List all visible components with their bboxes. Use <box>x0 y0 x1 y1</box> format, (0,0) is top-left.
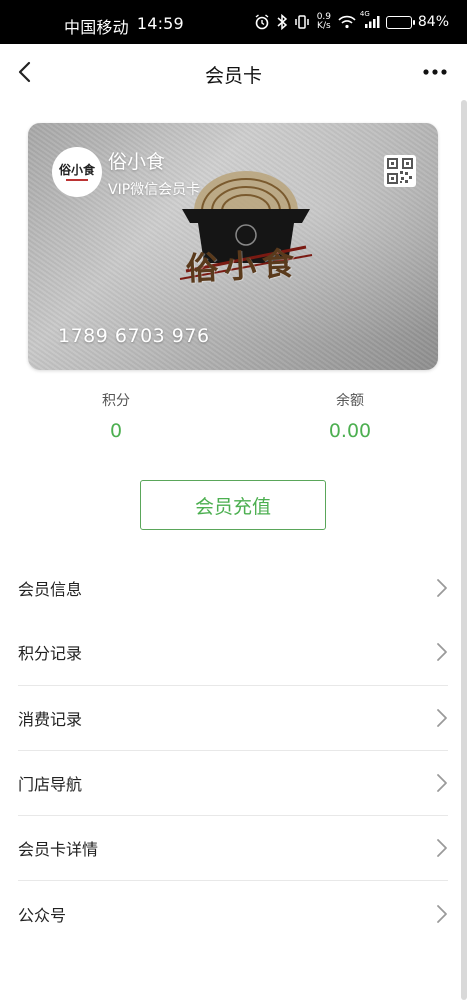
more-dots-icon <box>423 69 447 75</box>
avatar-logo-text: 俗小食 <box>58 162 95 177</box>
points-label: 积分 <box>102 393 130 409</box>
balance-value: 0.00 <box>328 420 372 442</box>
points-value: 0 <box>109 420 123 442</box>
menu-item-member-info[interactable]: 会员信息 <box>18 555 448 620</box>
status-right: 0.9 K/s 4G 84% <box>254 10 449 34</box>
menu-item-label: 积分记录 <box>18 644 83 664</box>
nav-bar: 会员卡 <box>0 44 467 100</box>
recharge-button[interactable]: 会员充值 <box>140 480 326 530</box>
signal-icon: 4G <box>359 10 380 32</box>
menu-item-label: 门店导航 <box>18 775 83 795</box>
chevron-right-icon <box>437 578 447 597</box>
clock: 14:59 <box>136 14 184 33</box>
qr-code-icon <box>387 158 413 184</box>
menu-item-label: 公众号 <box>18 906 67 926</box>
wifi-icon <box>338 12 356 32</box>
menu-item-official-account[interactable]: 公众号 <box>18 881 448 946</box>
shop-avatar: 俗小食 <box>52 147 102 197</box>
carrier-label: 中国移动 <box>64 18 129 37</box>
menu-item-store-navigation[interactable]: 门店导航 <box>18 751 448 817</box>
alarm-icon <box>254 12 270 32</box>
battery-icon <box>385 12 415 32</box>
chevron-right-icon <box>437 643 447 662</box>
chevron-right-icon <box>437 905 447 924</box>
network-type: 4G <box>359 10 370 18</box>
chevron-right-icon <box>437 774 447 792</box>
menu-item-label: 会员信息 <box>18 579 83 599</box>
net-speed: 0.9 K/s <box>316 12 332 32</box>
balance-label: 余额 <box>336 393 364 409</box>
avatar-logo-underline <box>66 178 88 181</box>
menu-item-points-records[interactable]: 积分记录 <box>18 620 448 686</box>
page-title: 会员卡 <box>204 65 262 87</box>
qr-code-button[interactable] <box>384 155 416 187</box>
status-left: 中国移动 14:59 <box>64 14 184 38</box>
battery-percent: 84% <box>417 14 449 30</box>
member-card[interactable]: 俗小食 俗小食 VIP微信会员卡 俗小食 1789 6703 976 <box>28 123 438 370</box>
chevron-right-icon <box>437 839 447 858</box>
menu-item-label: 消费记录 <box>18 709 83 729</box>
vibrate-icon <box>294 12 310 32</box>
menu-item-label: 会员卡详情 <box>18 840 99 860</box>
chevron-right-icon <box>437 708 447 727</box>
bluetooth-icon <box>276 12 288 32</box>
net-speed-unit: K/s <box>317 21 331 31</box>
menu-list: 会员信息 积分记录 消费记录 门店导航 会员卡详情 公众号 <box>18 555 448 947</box>
more-button[interactable] <box>417 58 453 86</box>
scrollbar[interactable] <box>461 100 467 1000</box>
card-number: 1789 6703 976 <box>58 325 210 347</box>
status-bar: 中国移动 14:59 0.9 K/s 4G 84% <box>0 0 467 44</box>
balance-stat[interactable]: 余额 0.00 <box>290 390 410 442</box>
menu-item-consumption-records[interactable]: 消费记录 <box>18 686 448 751</box>
shop-name: 俗小食 <box>108 151 166 173</box>
brand-wordmark: 俗小食 <box>185 244 302 288</box>
points-stat[interactable]: 积分 0 <box>56 390 176 442</box>
menu-item-card-details[interactable]: 会员卡详情 <box>18 816 448 882</box>
